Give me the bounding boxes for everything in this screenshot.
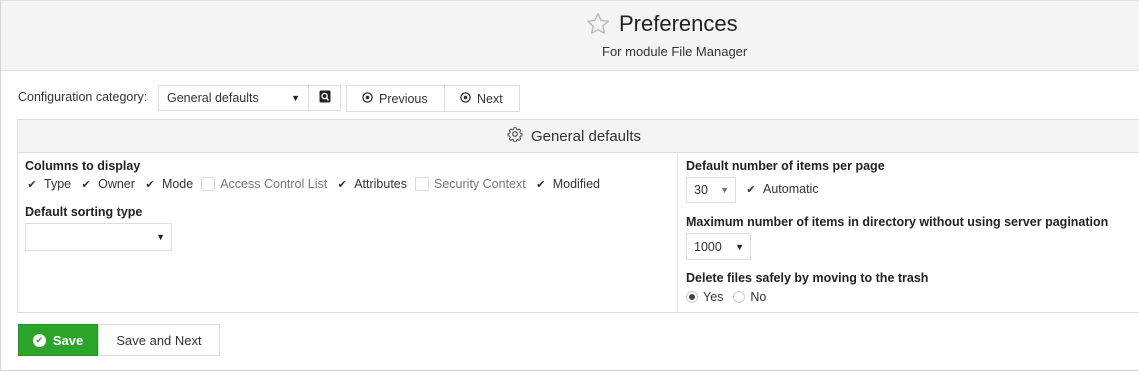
items-per-page-select[interactable]: 30 ▼ [686,177,736,203]
default-sorting-label: Default sorting type [25,205,143,219]
star-icon[interactable] [585,11,611,37]
radio-selected-icon [686,291,698,303]
max-items-value: 1000 [694,239,722,254]
automatic-checkbox[interactable]: ✔ Automatic [744,182,818,196]
default-sorting-select[interactable]: ▼ [25,223,172,251]
delete-safely-label: Delete files safely by moving to the tra… [686,271,929,285]
check-circle-icon: ✔ [32,333,46,347]
checkmark-icon: ✔ [536,178,546,191]
checkmark-icon: ✔ [145,178,155,191]
column-attributes-checkbox[interactable]: ✔ Attributes [335,177,407,191]
save-and-next-button[interactable]: Save and Next [98,324,220,356]
config-category-label: Configuration category: [18,90,148,104]
search-icon [319,90,331,106]
general-defaults-panel: General defaults Columns to display ✔ Typ… [17,119,1139,313]
delete-yes-radio[interactable]: Yes [686,290,723,304]
items-per-page-value: 30 [694,183,708,197]
next-label: Next [477,91,503,106]
columns-checkbox-group: ✔ Type ✔ Owner ✔ Mode Access Control List ✔… [25,177,608,191]
column-owner-checkbox[interactable]: ✔ Owner [79,177,135,191]
columns-to-display-label: Columns to display [25,159,141,173]
view-category-button[interactable] [308,85,341,111]
save-label: Save [52,332,84,348]
column-acl-checkbox[interactable]: Access Control List [201,177,327,191]
previous-label: Previous [379,91,428,106]
chevron-down-icon: ▼ [720,185,729,195]
checkmark-icon: ✔ [337,178,347,191]
config-category-value: General defaults [167,91,259,105]
circle-right-icon [460,91,471,106]
column-mode-checkbox[interactable]: ✔ Mode [143,177,193,191]
circle-left-icon [362,91,373,106]
unchecked-box-icon [201,177,216,191]
gear-icon [507,126,523,146]
column-divider [677,152,678,312]
config-category-select[interactable]: General defaults ▼ [158,85,308,111]
page-title: Preferences [619,11,738,36]
delete-no-radio[interactable]: No [733,290,766,304]
radio-unselected-icon [733,291,746,303]
page-subtitle: For module File Manager [602,44,748,59]
items-per-page-label: Default number of items per page [686,159,885,173]
page-header: Preferences For module File Manager [1,0,1139,71]
previous-button[interactable]: Previous [346,85,445,112]
column-modified-checkbox[interactable]: ✔ Modified [534,177,600,191]
title-row: Preferences [585,11,738,37]
chevron-down-icon: ▼ [735,241,744,252]
max-items-label: Maximum number of items in directory wit… [686,215,1109,229]
checkmark-icon: ✔ [746,183,756,196]
save-and-next-label: Save and Next [116,332,202,348]
checkmark-icon: ✔ [27,178,37,191]
panel-header: General defaults [18,120,1139,153]
max-items-select[interactable]: 1000 ▼ [686,233,751,260]
delete-safely-radio-group: Yes No [686,290,766,304]
checkmark-icon: ✔ [81,178,91,191]
column-type-checkbox[interactable]: ✔ Type [25,177,71,191]
next-button[interactable]: Next [444,85,520,112]
panel-title: General defaults [530,127,642,145]
unchecked-box-icon [415,177,430,191]
column-security-context-checkbox[interactable]: Security Context [415,177,526,191]
save-button[interactable]: ✔ Save [18,324,98,356]
chevron-down-icon: ▼ [291,93,300,103]
chevron-down-icon: ▼ [156,232,165,242]
